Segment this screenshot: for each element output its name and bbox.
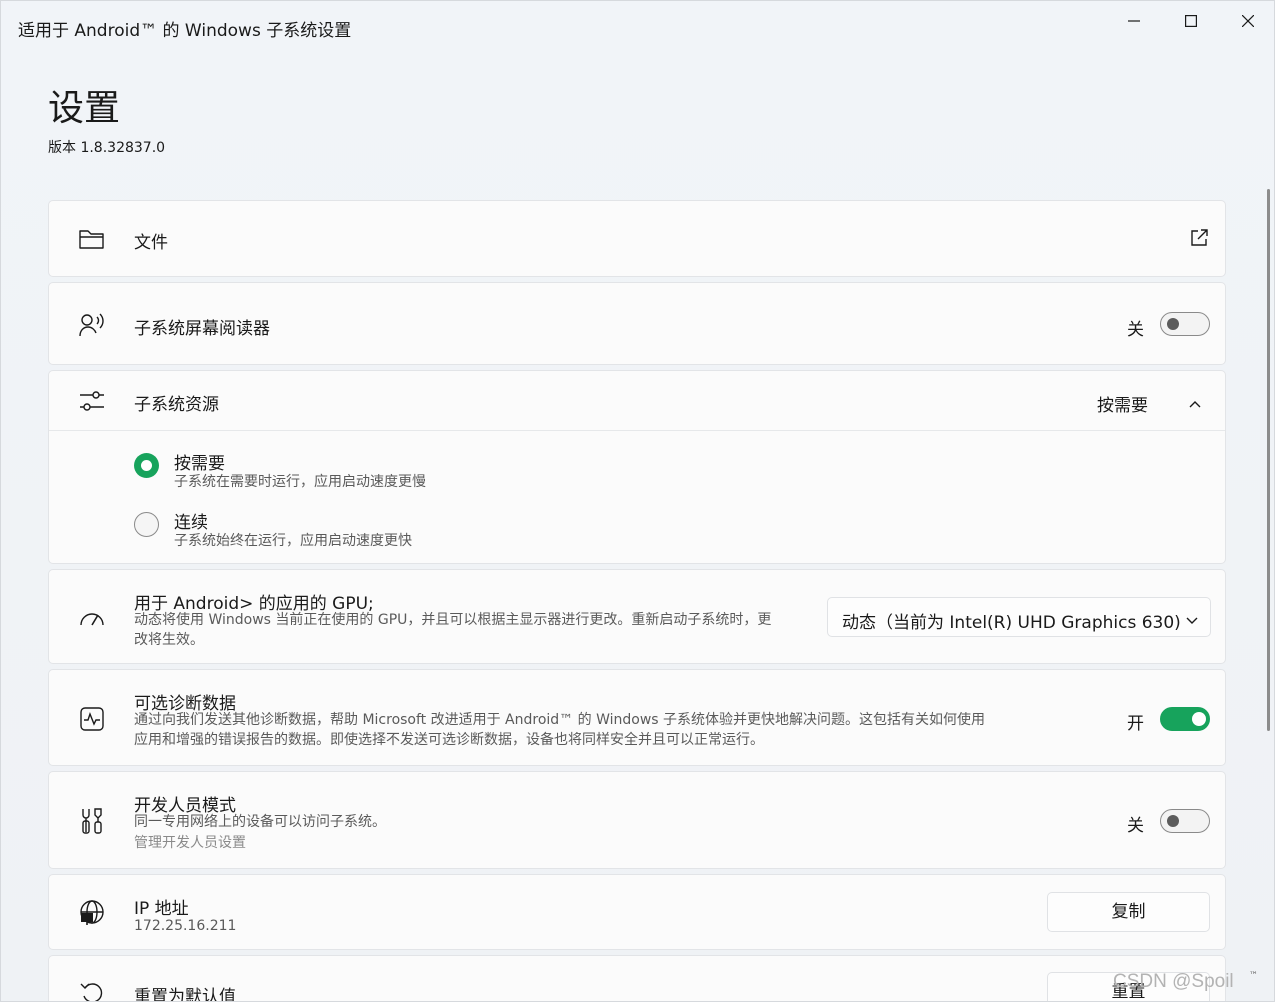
- version-text: 版本 1.8.32837.0: [48, 140, 166, 156]
- minimize-icon: [1127, 20, 1140, 22]
- chevron-down-icon: [1186, 610, 1198, 629]
- diagnostics-desc-line1: 通过向我们发送其他诊断数据，帮助 Microsoft 改进适用于 Android…: [134, 712, 986, 728]
- gauge-icon: [77, 603, 107, 633]
- page-title: 设置: [48, 88, 121, 129]
- settings-window: 适用于 Android™ 的 Windows 子系统设置 设置 版本 1.8.3…: [0, 0, 1275, 1002]
- activity-icon: [77, 704, 107, 734]
- minimize-button[interactable]: [1105, 1, 1162, 41]
- open-external-icon[interactable]: [1189, 228, 1209, 252]
- screen-reader-state: 关: [1127, 320, 1144, 340]
- close-button[interactable]: [1219, 1, 1274, 41]
- gpu-dropdown[interactable]: 动态（当前为 Intel(R) UHD Graphics 630): [827, 597, 1211, 637]
- maximize-button[interactable]: [1162, 1, 1219, 41]
- screen-reader-card: 子系统屏幕阅读器 关: [48, 282, 1226, 365]
- chevron-up-icon[interactable]: [1189, 395, 1201, 414]
- resources-label: 子系统资源: [134, 395, 219, 415]
- option-continuous-desc: 子系统始终在运行，应用启动速度更快: [174, 533, 412, 549]
- reset-label: 重置为默认值: [134, 987, 236, 1002]
- gpu-card: 用于 Android> 的应用的 GPU; 动态将使用 Windows 当前正在…: [48, 569, 1226, 664]
- screen-reader-icon: [77, 310, 107, 340]
- sliders-icon: [77, 386, 107, 416]
- developer-state: 关: [1127, 816, 1144, 836]
- ip-value: 172.25.16.211: [134, 918, 237, 934]
- radio-on-demand[interactable]: [134, 453, 159, 478]
- folder-icon: [77, 224, 107, 254]
- reset-card: 重置为默认值 重置: [48, 955, 1226, 1002]
- developer-toggle[interactable]: [1160, 809, 1210, 833]
- manage-developer-settings-link[interactable]: 管理开发人员设置: [134, 833, 246, 853]
- diagnostics-card: 可选诊断数据 通过向我们发送其他诊断数据，帮助 Microsoft 改进适用于 …: [48, 669, 1226, 766]
- trademark-mark: ™: [1249, 971, 1258, 981]
- tools-icon: [77, 806, 107, 836]
- diagnostics-desc-line2: 应用和增强的错误报告的数据。即使选择不发送可选诊断数据，设备也将同样安全并且可以…: [134, 732, 764, 748]
- globe-icon: [77, 898, 107, 928]
- gpu-dropdown-value: 动态（当前为 Intel(R) UHD Graphics 630): [842, 613, 1181, 633]
- screen-reader-label: 子系统屏幕阅读器: [134, 319, 270, 339]
- divider: [49, 430, 1225, 431]
- developer-card: 开发人员模式 同一专用网络上的设备可以访问子系统。 管理开发人员设置 关: [48, 771, 1226, 869]
- radio-continuous[interactable]: [134, 512, 159, 537]
- developer-desc: 同一专用网络上的设备可以访问子系统。: [134, 814, 386, 830]
- window-title: 适用于 Android™ 的 Windows 子系统设置: [18, 21, 352, 41]
- screen-reader-toggle[interactable]: [1160, 312, 1210, 336]
- reset-icon: [77, 978, 107, 1001]
- copy-button[interactable]: 复制: [1047, 892, 1210, 932]
- resources-selected-value: 按需要: [1097, 396, 1148, 416]
- files-label: 文件: [134, 233, 168, 253]
- watermark: CSDN @Spoil: [1113, 971, 1234, 992]
- title-bar: 适用于 Android™ 的 Windows 子系统设置: [1, 1, 1274, 51]
- diagnostics-toggle[interactable]: [1160, 707, 1210, 731]
- files-card[interactable]: 文件: [48, 200, 1226, 277]
- gpu-desc-line1: 动态将使用 Windows 当前正在使用的 GPU，并且可以根据主显示器进行更改…: [134, 612, 772, 628]
- ip-card: IP 地址 172.25.16.211 复制: [48, 874, 1226, 950]
- diagnostics-state: 开: [1127, 714, 1144, 734]
- option-on-demand-desc: 子系统在需要时运行，应用启动速度更慢: [174, 474, 426, 490]
- gpu-desc-line2: 改将生效。: [134, 632, 204, 648]
- resources-card: 子系统资源 按需要 按需要 子系统在需要时运行，应用启动速度更慢 连续 子系统始…: [48, 370, 1226, 564]
- maximize-icon: [1184, 15, 1197, 27]
- resources-header[interactable]: 子系统资源 按需要: [49, 371, 1225, 430]
- scrollbar-thumb[interactable]: [1267, 189, 1270, 731]
- close-icon: [1241, 15, 1254, 27]
